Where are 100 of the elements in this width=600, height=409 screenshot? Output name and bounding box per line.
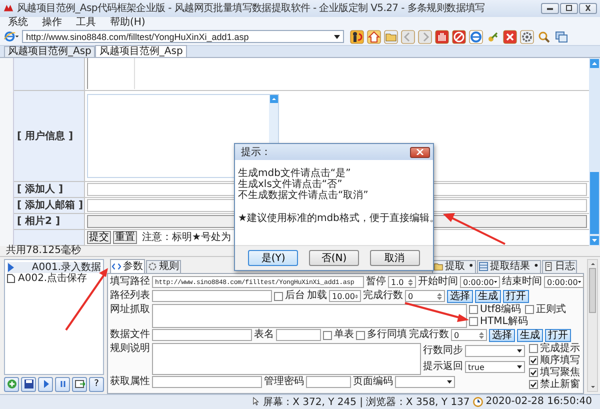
scroll-thumb[interactable]: [589, 268, 596, 313]
no-button[interactable]: 否(N): [308, 250, 359, 266]
checkbox[interactable]: 多行同填: [356, 329, 407, 342]
cancel-button[interactable]: 取消: [370, 250, 420, 266]
checkbox-icon[interactable]: [469, 305, 478, 314]
menu-item[interactable]: 帮助(H): [110, 16, 146, 29]
checkbox-icon[interactable]: [529, 368, 538, 378]
checkbox[interactable]: 正则式: [525, 304, 566, 316]
select-button[interactable]: 选择: [447, 290, 473, 303]
spin-arrows-icon[interactable]: [408, 278, 413, 287]
stop-icon[interactable]: [452, 30, 466, 44]
key-icon[interactable]: [486, 30, 500, 44]
reset-button[interactable]: 重置: [113, 230, 137, 244]
spin-arrows-icon[interactable]: [479, 330, 484, 340]
select-button[interactable]: 选择: [489, 328, 515, 342]
save-button[interactable]: [21, 376, 36, 392]
input-field[interactable]: [152, 290, 272, 302]
checkbox[interactable]: 单表: [323, 329, 354, 342]
scroll-up-icon[interactable]: [270, 94, 278, 103]
menu-item[interactable]: 工具: [76, 16, 96, 29]
spin-field[interactable]: 1.0: [388, 276, 416, 288]
browser-icon[interactable]: [4, 31, 19, 42]
textarea-field[interactable]: [152, 304, 467, 328]
scroll-down-icon[interactable]: [590, 236, 599, 245]
checkbox-icon[interactable]: [356, 330, 365, 340]
address-field[interactable]: http://www.sino8848.com/filltest/YongHuXinXi_add1.asp: [22, 30, 344, 44]
field-label: 表名: [254, 329, 274, 342]
dropdown[interactable]: true: [465, 361, 525, 374]
dialog-title: 提示：: [241, 146, 271, 159]
panel-tab[interactable]: 提取结果 •: [477, 260, 542, 273]
close-button[interactable]: [410, 146, 430, 158]
submit-button[interactable]: 提交: [87, 230, 111, 244]
password-field[interactable]: [306, 376, 351, 388]
checkbox-icon[interactable]: [529, 344, 538, 354]
person-icon[interactable]: [350, 30, 364, 44]
time-select[interactable]: 0:00:00: [544, 276, 584, 288]
spin-field[interactable]: 0: [405, 290, 445, 302]
export-button[interactable]: [72, 376, 87, 392]
minimize-button[interactable]: [541, 2, 559, 14]
textarea-field[interactable]: [152, 342, 421, 375]
forward-icon[interactable]: [418, 30, 432, 44]
search-icon[interactable]: [537, 30, 551, 44]
spin-arrows-icon[interactable]: [437, 292, 442, 301]
checkbox-icon[interactable]: [529, 380, 538, 390]
spin-field[interactable]: 10.00: [329, 290, 361, 302]
scroll-up-icon[interactable]: [590, 58, 599, 68]
caret-icon[interactable]: [447, 380, 452, 384]
caret-icon[interactable]: [517, 365, 522, 370]
menu-item[interactable]: 操作: [42, 16, 62, 29]
checkbox[interactable]: HTML解码: [469, 316, 528, 328]
menu-item[interactable]: 系统: [8, 16, 28, 29]
home-icon[interactable]: [367, 30, 381, 44]
close-button[interactable]: [579, 2, 597, 14]
time-select[interactable]: 0:00:00: [460, 276, 500, 288]
pause-button[interactable]: [55, 376, 70, 392]
spin-field[interactable]: 0: [451, 329, 487, 342]
browser-tab[interactable]: 风越项目范例_Asp: [4, 46, 96, 57]
list-item[interactable]: A001.录入数据: [7, 262, 101, 273]
checkbox-icon[interactable]: [525, 305, 534, 314]
generate-button[interactable]: 生成: [517, 328, 543, 342]
help-button[interactable]: ?: [89, 376, 104, 392]
checkbox[interactable]: 后台: [274, 290, 305, 302]
window-icon[interactable]: [554, 30, 568, 44]
checkbox[interactable]: 完成提示: [529, 342, 581, 355]
maximize-button[interactable]: [560, 2, 578, 14]
generate-button[interactable]: 生成: [475, 290, 501, 303]
input-field[interactable]: [152, 376, 262, 388]
scroll-thumb[interactable]: [590, 172, 599, 234]
play-button[interactable]: [38, 376, 53, 392]
checkbox-icon[interactable]: [323, 330, 332, 340]
checkbox[interactable]: 顺序填写: [529, 354, 581, 367]
field-label: 结束时间: [502, 276, 542, 288]
input-field[interactable]: [152, 329, 252, 342]
hand-icon[interactable]: [435, 30, 449, 44]
checkbox[interactable]: 填写聚焦: [529, 366, 581, 379]
yes-button[interactable]: 是(Y): [248, 250, 298, 266]
open-button[interactable]: 打开: [503, 290, 529, 303]
panel-tab[interactable]: 提取 •: [432, 260, 476, 273]
panel-tab[interactable]: 日志: [542, 260, 578, 273]
caret-icon[interactable]: [517, 349, 522, 354]
checkbox-icon[interactable]: [469, 317, 478, 326]
globe-icon[interactable]: [469, 30, 483, 44]
folder-icon[interactable]: [384, 30, 398, 44]
back-icon[interactable]: [401, 30, 415, 44]
panel-tab[interactable]: 参数: [110, 258, 145, 273]
checkbox-icon[interactable]: [274, 292, 283, 301]
browser-tab[interactable]: 风越项目范例_Asp: [95, 44, 187, 57]
spin-arrows-icon[interactable]: [354, 292, 358, 301]
caret-icon[interactable]: [334, 34, 340, 39]
settings-icon[interactable]: [520, 30, 534, 44]
checkbox-icon[interactable]: [529, 356, 538, 366]
scrollbar[interactable]: [587, 258, 598, 392]
panel-tab[interactable]: 规则: [146, 260, 181, 273]
close-icon[interactable]: [503, 30, 517, 44]
open-button[interactable]: 打开: [545, 328, 571, 342]
checkbox[interactable]: 禁止新窗: [529, 378, 581, 391]
input-field[interactable]: [276, 329, 321, 342]
checkbox[interactable]: Utf8编码: [469, 304, 522, 316]
list-item[interactable]: A002.点击保存: [7, 272, 101, 284]
scrollbar[interactable]: [589, 58, 600, 246]
